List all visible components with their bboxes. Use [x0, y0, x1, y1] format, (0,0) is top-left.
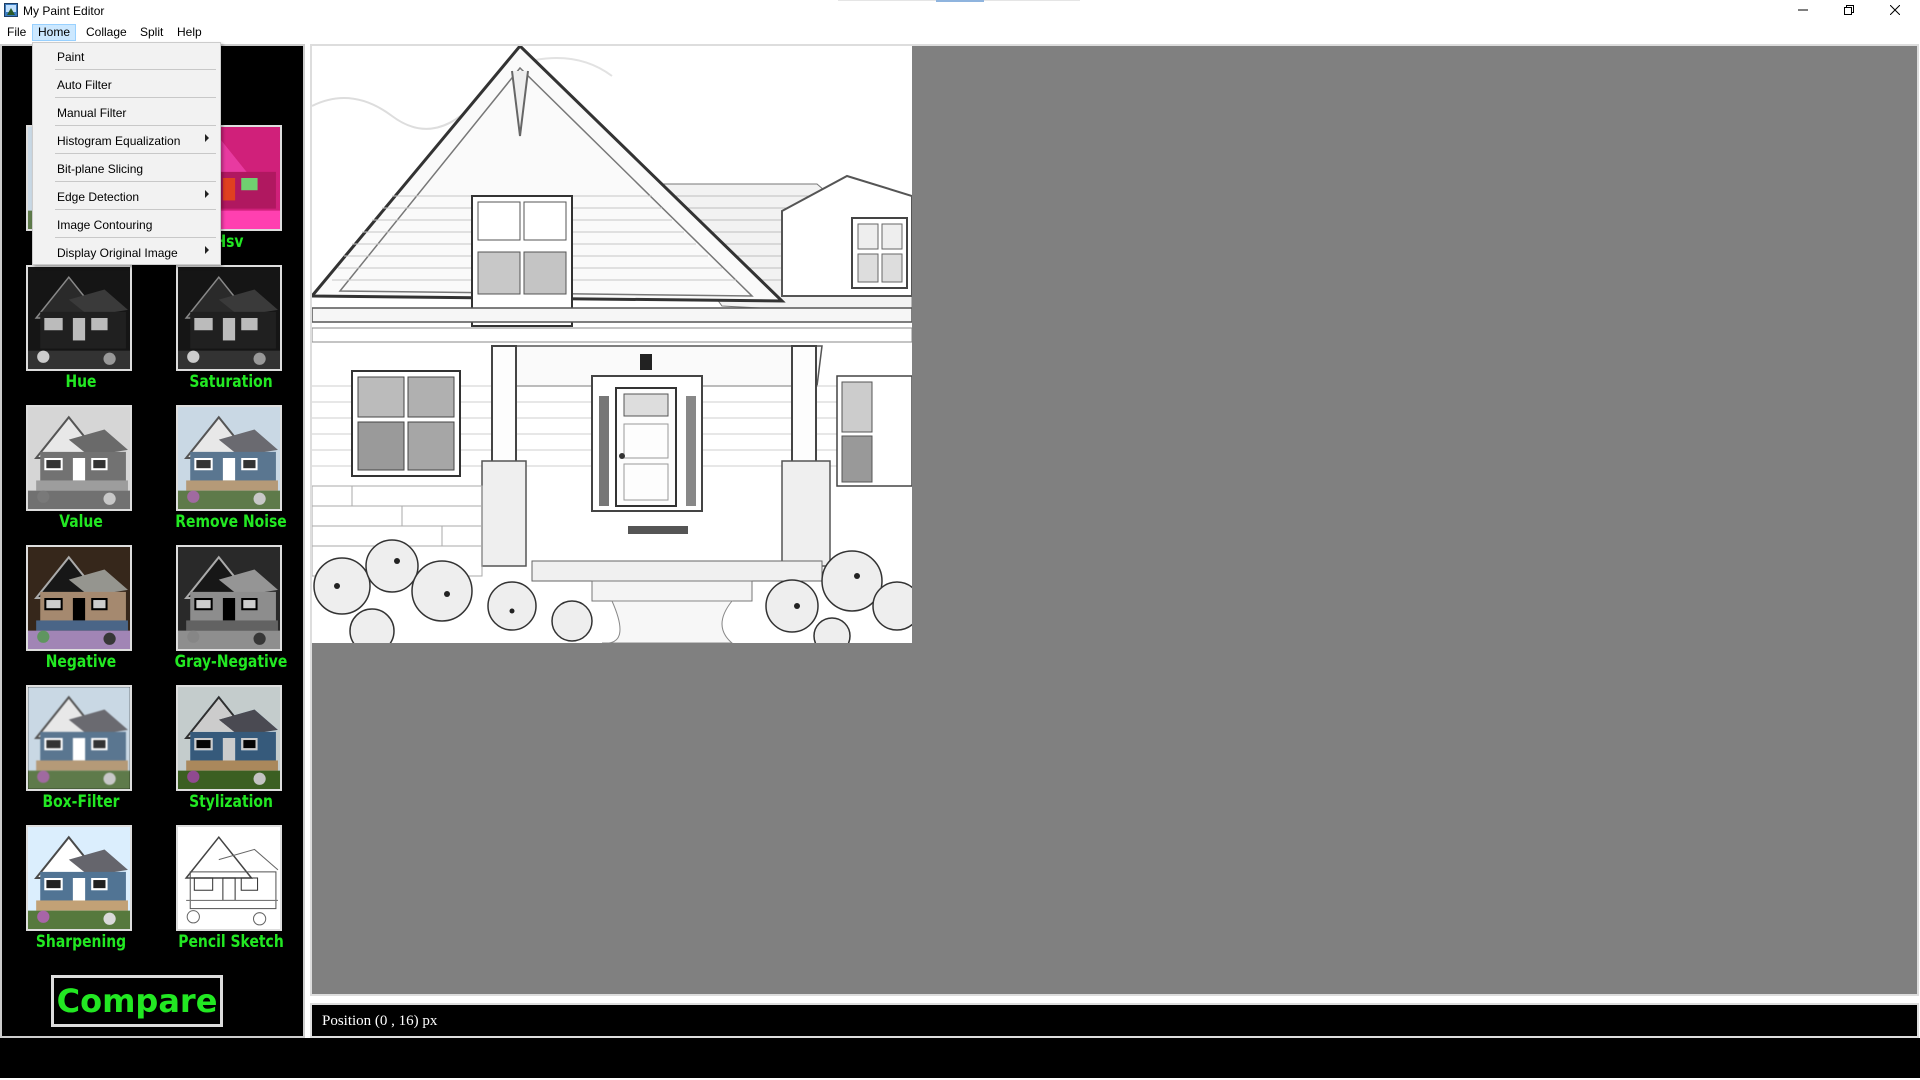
app-icon [4, 3, 18, 17]
title-accent-highlight [936, 0, 984, 2]
compare-button[interactable]: Compare [51, 975, 223, 1027]
menu-item-histogram-equalization[interactable]: Histogram Equalization [35, 129, 216, 152]
label-remove-noise[interactable]: Remove Noise [170, 512, 293, 532]
submenu-arrow-icon [205, 134, 209, 142]
menu-separator [55, 69, 216, 70]
window-title: My Paint Editor [23, 4, 105, 18]
submenu-arrow-icon [205, 190, 209, 198]
label-stylization[interactable]: Stylization [170, 792, 293, 812]
minimize-icon [1798, 2, 1808, 20]
title-accent-line [984, 0, 1080, 1]
thumb-pencil-sketch[interactable] [176, 825, 282, 931]
title-accent-line [838, 0, 936, 1]
title-bar: My Paint Editor [0, 0, 1920, 22]
close-button[interactable] [1872, 0, 1918, 22]
menu-item-manual-filter[interactable]: Manual Filter [35, 101, 216, 124]
menu-separator [55, 153, 216, 154]
menu-item-bit-plane-slicing[interactable]: Bit-plane Slicing [35, 157, 216, 180]
menu-item-label: Edge Detection [57, 190, 140, 204]
menu-item-label: Paint [57, 50, 85, 64]
thumb-remove-noise[interactable] [176, 405, 282, 511]
menu-separator [55, 181, 216, 182]
menu-item-auto-filter[interactable]: Auto Filter [35, 73, 216, 96]
thumb-value[interactable] [26, 405, 132, 511]
status-bar: Position (0 , 16) px [310, 1003, 1919, 1038]
label-gray-negative[interactable]: Gray-Negative [170, 652, 293, 672]
thumb-stylization[interactable] [176, 685, 282, 791]
menu-item-label: Image Contouring [57, 218, 153, 232]
submenu-arrow-icon [205, 246, 209, 254]
thumb-negative[interactable] [26, 545, 132, 651]
close-icon [1889, 2, 1901, 20]
thumb-saturation[interactable] [176, 265, 282, 371]
label-sharpening[interactable]: Sharpening [20, 932, 143, 952]
menu-bar: File Home Collage Split Help [0, 22, 1920, 42]
label-box-filter[interactable]: Box-Filter [20, 792, 143, 812]
pencil-sketch-image [308, 43, 922, 655]
menu-separator [55, 209, 216, 210]
menu-separator [55, 125, 216, 126]
menu-item-edge-detection[interactable]: Edge Detection [35, 185, 216, 208]
menu-separator [55, 237, 216, 238]
menu-item-label: Manual Filter [57, 106, 127, 120]
menu-collage[interactable]: Collage [81, 24, 132, 41]
thumb-hue[interactable] [26, 265, 132, 371]
label-pencil-sketch[interactable]: Pencil Sketch [170, 932, 293, 952]
thumb-sharpening[interactable] [26, 825, 132, 931]
thumb-gray-negative[interactable] [176, 545, 282, 651]
restore-icon [1844, 2, 1854, 20]
label-value[interactable]: Value [20, 512, 143, 532]
menu-item-image-contouring[interactable]: Image Contouring [35, 213, 216, 236]
menu-item-label: Auto Filter [57, 78, 112, 92]
restore-button[interactable] [1826, 0, 1872, 22]
minimize-button[interactable] [1780, 0, 1826, 22]
thumb-box-filter[interactable] [26, 685, 132, 791]
menu-home[interactable]: Home [32, 24, 77, 41]
cursor-position-text: Position (0 , 16) px [322, 1013, 438, 1029]
menu-help[interactable]: Help [172, 24, 207, 41]
home-dropdown-menu: Paint Auto Filter Manual Filter Histogra… [32, 42, 221, 265]
menu-separator [55, 97, 216, 98]
label-hue[interactable]: Hue [20, 372, 143, 392]
menu-split[interactable]: Split [135, 24, 168, 41]
menu-item-display-original-image[interactable]: Display Original Image [35, 241, 216, 264]
menu-file[interactable]: File [2, 24, 31, 41]
menu-item-label: Histogram Equalization [57, 134, 181, 148]
menu-item-paint[interactable]: Paint [35, 45, 216, 68]
label-saturation[interactable]: Saturation [170, 372, 293, 392]
menu-item-label: Display Original Image [57, 246, 178, 260]
label-negative[interactable]: Negative [20, 652, 143, 672]
bottom-panel [0, 1038, 1920, 1078]
menu-item-label: Bit-plane Slicing [57, 162, 144, 176]
image-canvas[interactable] [308, 43, 1919, 996]
